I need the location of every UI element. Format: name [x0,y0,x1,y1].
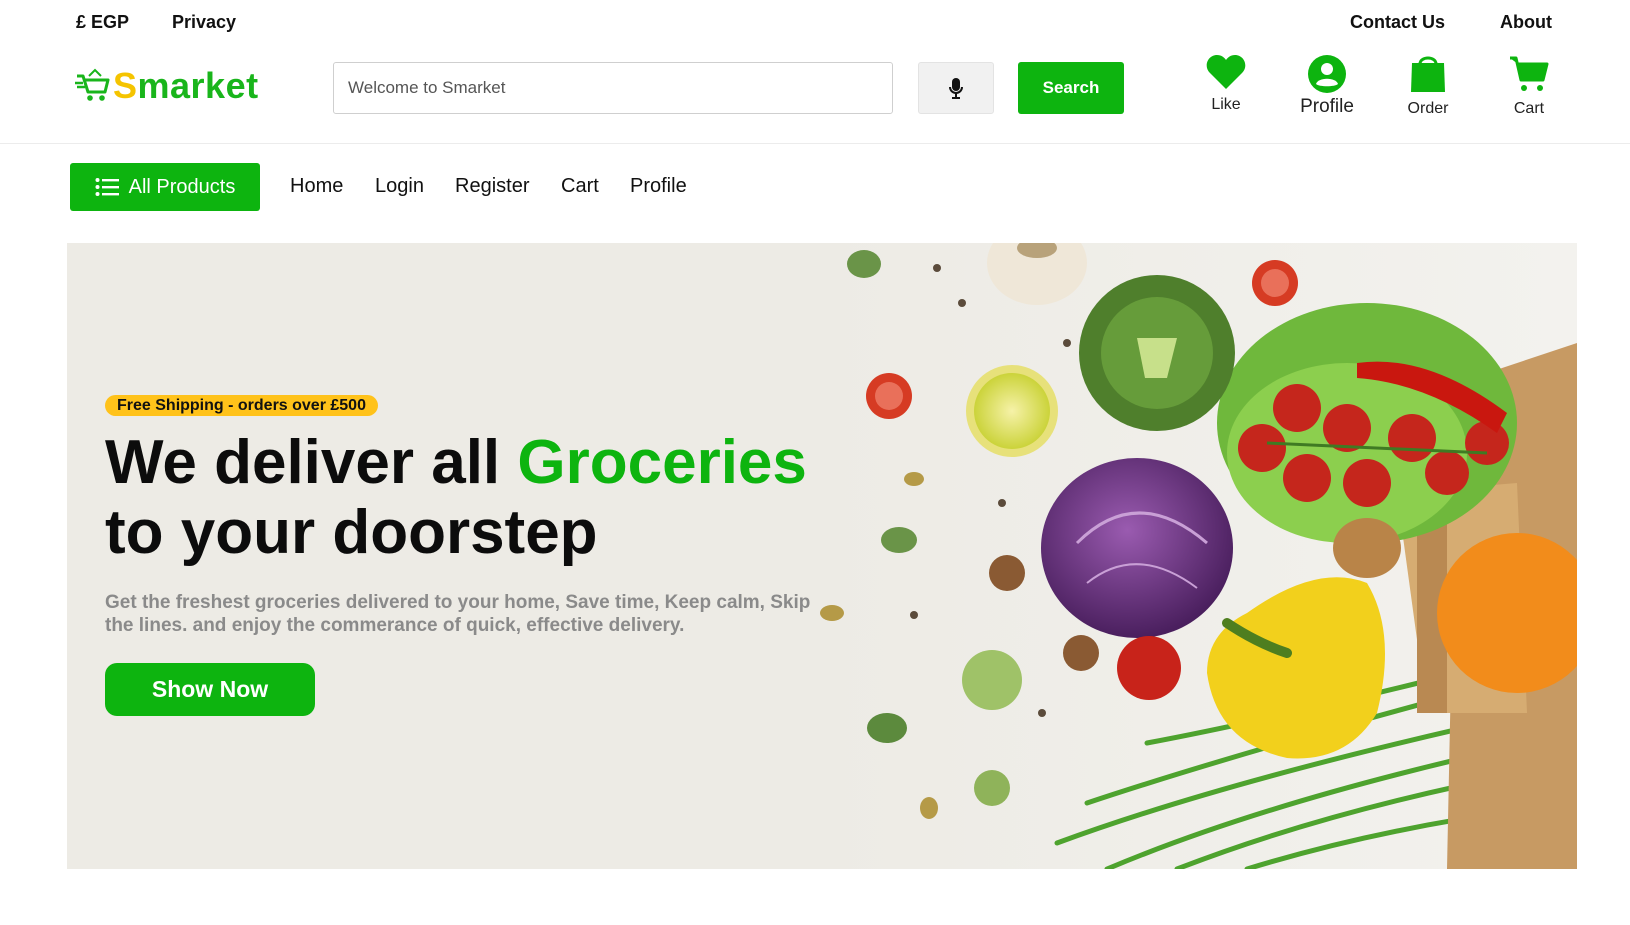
hero-headline: We deliver all Groceries to your doorstep [105,428,807,568]
free-shipping-badge: Free Shipping - orders over £500 [105,395,378,416]
headline-highlight: Groceries [517,428,807,497]
nav-home-link[interactable]: Home [290,175,343,198]
main-navigation: All Products Home Login Register Cart Pr… [0,145,1630,225]
like-header-link[interactable]: Like [1186,54,1266,114]
headline-text: We deliver all [105,428,518,497]
headline-line2: to your doorstep [105,498,598,567]
shopping-cart-logo-icon [75,68,110,101]
order-label: Order [1407,100,1449,117]
all-products-button[interactable]: All Products [70,163,260,211]
about-link[interactable]: About [1500,12,1552,33]
cart-header-link[interactable]: Cart [1489,54,1569,118]
order-header-link[interactable]: Order [1388,54,1468,118]
microphone-icon [949,78,963,99]
all-products-label: All Products [128,175,236,198]
user-circle-icon [1308,55,1346,93]
heart-icon [1206,55,1246,89]
logo-letter-s: S [113,65,138,106]
show-now-button[interactable]: Show Now [105,663,315,716]
like-label: Like [1211,96,1241,113]
top-utility-bar: £ EGP Privacy Contact Us About [0,0,1630,44]
site-logo[interactable]: Smarket [75,65,259,107]
hero-banner: Free Shipping - orders over £500 We deli… [67,243,1577,869]
contact-us-link[interactable]: Contact Us [1350,12,1445,33]
nav-cart-link[interactable]: Cart [561,175,599,198]
profile-header-link[interactable]: Profile [1287,54,1367,118]
logo-wordmark: Smarket [113,65,259,107]
nav-login-link[interactable]: Login [375,175,424,198]
shopping-bag-icon [1411,56,1445,92]
site-header: Smarket Search Like Profile Order [0,44,1630,144]
privacy-link[interactable]: Privacy [172,12,236,33]
nav-register-link[interactable]: Register [455,175,529,198]
list-menu-icon [95,178,119,196]
search-button[interactable]: Search [1018,62,1124,114]
cart-label: Cart [1513,100,1545,117]
currency-selector[interactable]: £ EGP [76,12,129,33]
hero-description: Get the freshest groceries delivered to … [105,592,811,636]
nav-profile-link[interactable]: Profile [630,175,687,198]
logo-rest: market [137,65,259,106]
voice-search-button[interactable] [918,62,994,114]
profile-label: Profile [1300,96,1354,117]
cart-icon [1510,56,1549,91]
search-input[interactable] [333,62,893,114]
